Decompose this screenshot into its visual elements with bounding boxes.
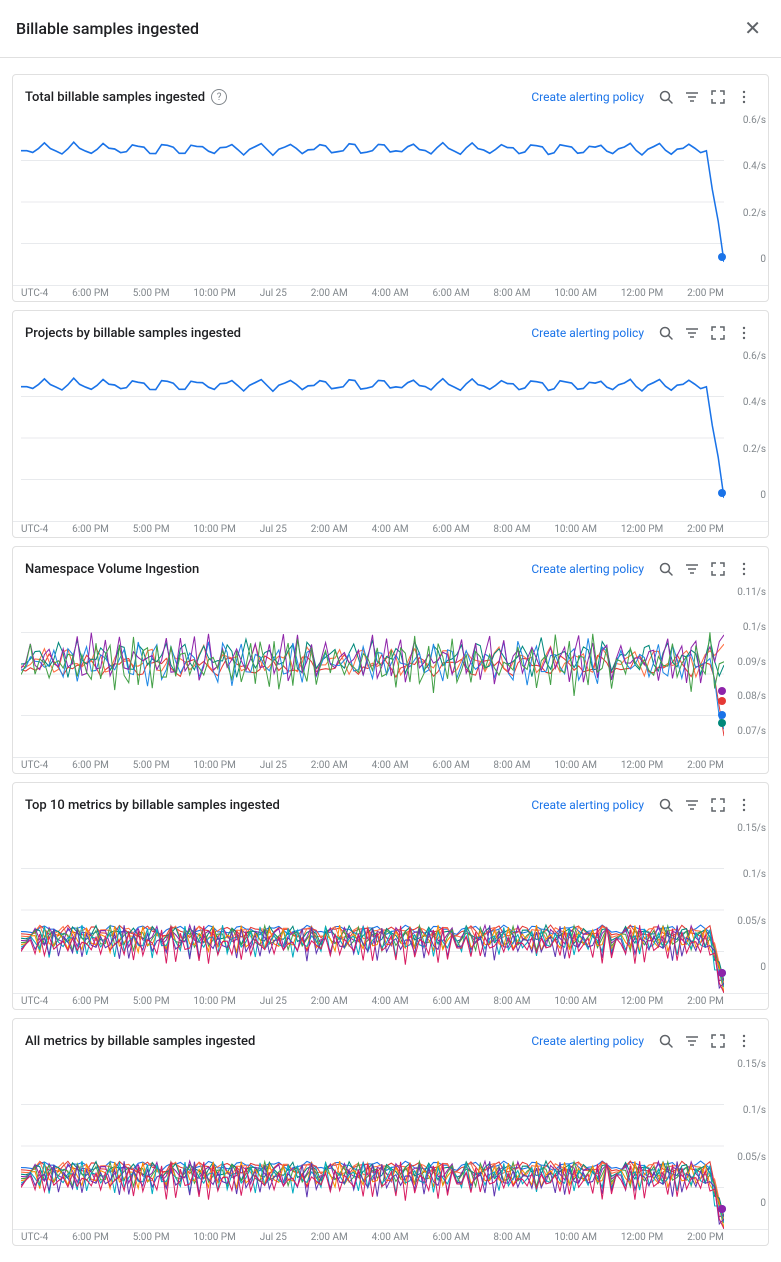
legend-icon-2[interactable] <box>680 321 704 345</box>
chart-title-4: Top 10 metrics by billable samples inges… <box>25 798 280 813</box>
chart-svg-2 <box>21 355 724 521</box>
close-button[interactable]: ✕ <box>740 12 765 45</box>
chart-svg-5 <box>21 1063 724 1229</box>
x-axis-5: UTC-46:00 PM5:00 PM10:00 PMJul 252:00 AM… <box>13 1229 768 1245</box>
create-alert-link-3[interactable]: Create alerting policy <box>531 562 644 576</box>
y-axis-2: 0.6/s0.4/s0.2/s0 <box>743 351 766 501</box>
chart-header-5: All metrics by billable samples ingested… <box>13 1019 768 1059</box>
fullscreen-icon-4[interactable] <box>706 793 730 817</box>
chart-panel-5: All metrics by billable samples ingested… <box>12 1018 769 1246</box>
dot-marker-teal-3 <box>718 719 726 727</box>
chart-title-3: Namespace Volume Ingestion <box>25 562 199 577</box>
create-alert-link-1[interactable]: Create alerting policy <box>531 90 644 104</box>
more-icon-5[interactable] <box>732 1029 756 1053</box>
fullscreen-icon-3[interactable] <box>706 557 730 581</box>
chart-panel-1: Total billable samples ingested? Create a… <box>12 74 769 302</box>
search-icon-5[interactable] <box>654 1029 678 1053</box>
dot-marker-2 <box>718 489 726 497</box>
y-axis-1: 0.6/s0.4/s0.2/s0 <box>743 115 766 265</box>
chart-body-3: 0.11/s0.1/s0.09/s0.08/s0.07/s <box>13 587 768 757</box>
dot-marker-red-3 <box>718 697 726 705</box>
charts-container: Total billable samples ingested? Create a… <box>0 58 781 1262</box>
chart-body-4: 0.15/s0.1/s0.05/s0 <box>13 823 768 993</box>
more-icon-1[interactable] <box>732 85 756 109</box>
legend-icon-5[interactable] <box>680 1029 704 1053</box>
chart-svg-4 <box>21 827 724 993</box>
legend-icon-4[interactable] <box>680 793 704 817</box>
y-axis-4: 0.15/s0.1/s0.05/s0 <box>737 823 766 973</box>
create-alert-link-5[interactable]: Create alerting policy <box>531 1034 644 1048</box>
chart-header-1: Total billable samples ingested? Create a… <box>13 75 768 115</box>
search-icon-2[interactable] <box>654 321 678 345</box>
search-icon-3[interactable] <box>654 557 678 581</box>
search-icon-1[interactable] <box>654 85 678 109</box>
chart-body-1: 0.6/s0.4/s0.2/s0 <box>13 115 768 285</box>
chart-header-4: Top 10 metrics by billable samples inges… <box>13 783 768 823</box>
fullscreen-icon-1[interactable] <box>706 85 730 109</box>
fullscreen-icon-5[interactable] <box>706 1029 730 1053</box>
chart-svg-1 <box>21 119 724 285</box>
dot-marker-1 <box>718 253 726 261</box>
more-icon-3[interactable] <box>732 557 756 581</box>
chart-title-5: All metrics by billable samples ingested <box>25 1034 255 1049</box>
legend-icon-3[interactable] <box>680 557 704 581</box>
page-title: Billable samples ingested <box>16 19 199 38</box>
info-icon[interactable]: ? <box>211 89 227 105</box>
dot-marker-purple-5 <box>718 1205 726 1213</box>
chart-panel-4: Top 10 metrics by billable samples inges… <box>12 782 769 1010</box>
chart-panel-3: Namespace Volume Ingestion Create alertin… <box>12 546 769 774</box>
page-header: Billable samples ingested ✕ <box>0 0 781 58</box>
search-icon-4[interactable] <box>654 793 678 817</box>
dot-marker-3 <box>718 711 726 719</box>
chart-title-2: Projects by billable samples ingested <box>25 326 241 341</box>
legend-icon-1[interactable] <box>680 85 704 109</box>
x-axis-3: UTC-46:00 PM5:00 PM10:00 PMJul 252:00 AM… <box>13 757 768 773</box>
chart-svg-3 <box>21 591 724 757</box>
create-alert-link-4[interactable]: Create alerting policy <box>531 798 644 812</box>
chart-title-1: Total billable samples ingested <box>25 90 205 105</box>
chart-body-5: 0.15/s0.1/s0.05/s0 <box>13 1059 768 1229</box>
x-axis-2: UTC-46:00 PM5:00 PM10:00 PMJul 252:00 AM… <box>13 521 768 537</box>
create-alert-link-2[interactable]: Create alerting policy <box>531 326 644 340</box>
dot-marker-purple-3 <box>718 687 726 695</box>
chart-header-3: Namespace Volume Ingestion Create alertin… <box>13 547 768 587</box>
fullscreen-icon-2[interactable] <box>706 321 730 345</box>
more-icon-2[interactable] <box>732 321 756 345</box>
chart-panel-2: Projects by billable samples ingested Cre… <box>12 310 769 538</box>
chart-body-2: 0.6/s0.4/s0.2/s0 <box>13 351 768 521</box>
x-axis-1: UTC-46:00 PM5:00 PM10:00 PMJul 252:00 AM… <box>13 285 768 301</box>
y-axis-3: 0.11/s0.1/s0.09/s0.08/s0.07/s <box>737 587 766 737</box>
more-icon-4[interactable] <box>732 793 756 817</box>
x-axis-4: UTC-46:00 PM5:00 PM10:00 PMJul 252:00 AM… <box>13 993 768 1009</box>
dot-marker-purple-4 <box>718 969 726 977</box>
chart-header-2: Projects by billable samples ingested Cre… <box>13 311 768 351</box>
y-axis-5: 0.15/s0.1/s0.05/s0 <box>737 1059 766 1209</box>
